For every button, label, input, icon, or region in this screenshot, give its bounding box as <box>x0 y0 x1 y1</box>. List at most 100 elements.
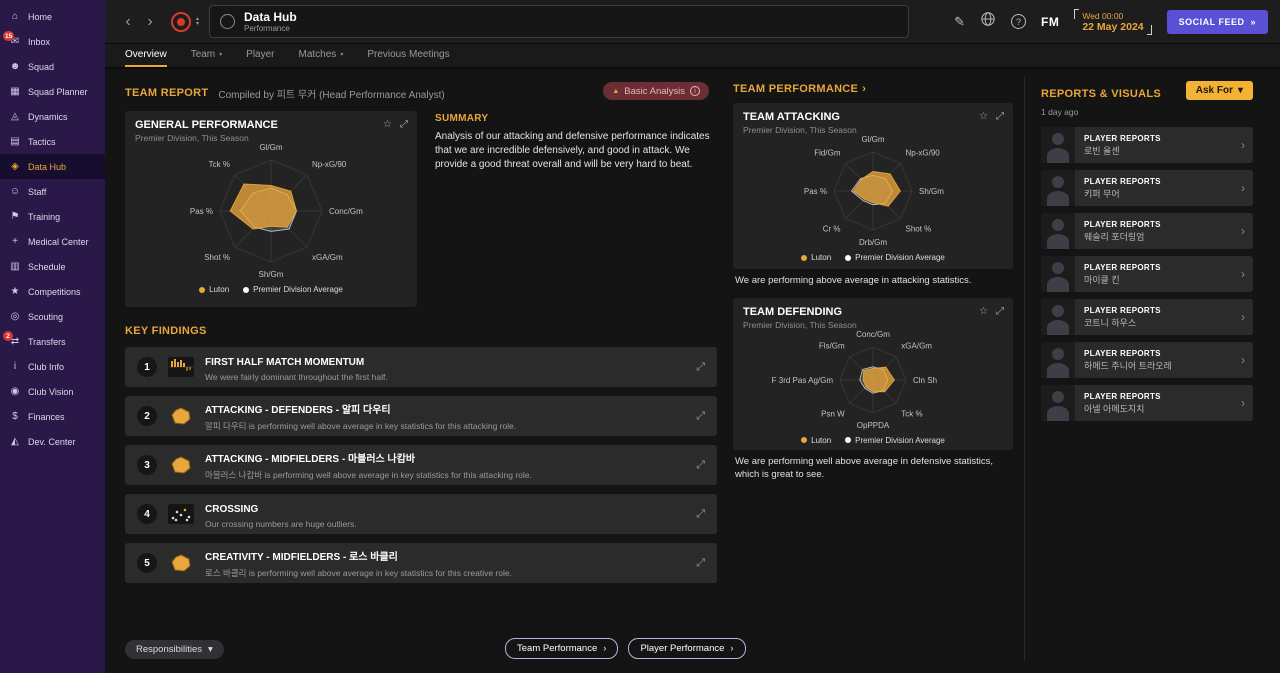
top-bar: ‹ › ▴ ▾ Data Hub Performance ✎ ? FM Wed … <box>105 0 1280 44</box>
key-finding-row[interactable]: 2 ATTACKING - DEFENDERS - 알피 다우티 알피 다우티 i… <box>125 396 717 436</box>
expand-icon[interactable]: ⤢ <box>696 410 705 423</box>
svg-text:xGA/Gm: xGA/Gm <box>312 253 343 262</box>
sidebar-item-inbox[interactable]: 15 ✉ Inbox <box>0 29 105 54</box>
player-report-item[interactable]: PLAYER REPORTS 웨슬리 포더링엄 › <box>1041 213 1253 249</box>
analysis-level-badge[interactable]: ▲ Basic Analysis i <box>603 82 709 100</box>
favorite-star-icon[interactable]: ☆ <box>979 306 988 317</box>
sidebar-item-finances[interactable]: $ Finances <box>0 404 105 429</box>
key-finding-row[interactable]: 4 CROSSING Our crossing numbers are huge … <box>125 494 717 534</box>
radar-legend: Luton Premier Division Average <box>135 285 407 294</box>
tab-player[interactable]: Player <box>246 44 274 67</box>
sidebar-item-label: Transfers <box>28 336 66 347</box>
svg-text:Fls/Gm: Fls/Gm <box>819 342 845 351</box>
team-performance-button[interactable]: Team Performance › <box>505 638 619 659</box>
continue-stepper[interactable]: ▴ ▾ <box>196 16 199 27</box>
footer-nav-buttons: Team Performance › Player Performance › <box>505 638 746 659</box>
dev-center-icon: ◭ <box>11 436 19 447</box>
back-button[interactable]: ‹ <box>117 13 139 31</box>
caret-down-icon: ▾ <box>340 52 344 58</box>
player-name: 마이클 킨 <box>1084 274 1120 285</box>
expand-icon[interactable]: ⤢ <box>996 111 1004 122</box>
finding-number: 5 <box>137 553 157 573</box>
key-finding-row[interactable]: 5 CREATIVITY - MIDFIELDERS - 로스 바클리 로스 바클… <box>125 543 717 583</box>
key-finding-row[interactable]: 3 ATTACKING - MIDFIELDERS - 마블러스 나캄바 마블러스… <box>125 445 717 485</box>
sidebar-item-home[interactable]: ⌂ Home <box>0 4 105 29</box>
globe-icon[interactable] <box>980 11 996 32</box>
svg-text:OpPPDA: OpPPDA <box>857 421 890 430</box>
team-performance-link[interactable]: TEAM PERFORMANCE › <box>733 83 1013 95</box>
sidebar-item-squad-planner[interactable]: ▦ Squad Planner <box>0 79 105 104</box>
expand-icon[interactable]: ⤢ <box>400 119 408 130</box>
player-report-item[interactable]: PLAYER REPORTS 마이클 킨 › <box>1041 256 1253 292</box>
social-feed-button[interactable]: SOCIAL FEED » <box>1166 9 1268 34</box>
radar-legend: Luton Premier Division Average <box>743 253 1003 262</box>
favorite-star-icon[interactable]: ☆ <box>383 119 392 130</box>
expand-icon[interactable]: ⤢ <box>696 557 705 570</box>
section-ring-icon <box>220 14 236 29</box>
player-avatar <box>1041 256 1075 292</box>
tab-team[interactable]: Team ▾ <box>191 44 222 67</box>
sidebar-item-dynamics[interactable]: ◬ Dynamics <box>0 104 105 129</box>
sidebar-item-dev-center[interactable]: ◭ Dev. Center <box>0 429 105 454</box>
player-report-item[interactable]: PLAYER REPORTS 키퍼 무어 › <box>1041 170 1253 206</box>
game-time: Wed 00:00 <box>1082 10 1124 21</box>
expand-icon[interactable]: ⤢ <box>696 459 705 472</box>
responsibilities-button[interactable]: Responsibilities ▾ <box>125 640 224 659</box>
sidebar-item-schedule[interactable]: ▥ Schedule <box>0 254 105 279</box>
sidebar-item-transfers[interactable]: 2 ⇄ Transfers <box>0 329 105 354</box>
main-content: TEAM REPORT Compiled by 피트 무커 (Head Perf… <box>105 69 1280 673</box>
sidebar-item-data-hub[interactable]: ◈ Data Hub <box>0 154 105 179</box>
sidebar-item-staff[interactable]: ☺ Staff <box>0 179 105 204</box>
svg-text:Tck %: Tck % <box>209 160 230 169</box>
player-report-item[interactable]: PLAYER REPORTS 아넬 아메도지치 › <box>1041 385 1253 421</box>
forward-button[interactable]: › <box>139 13 161 31</box>
finding-number: 3 <box>137 455 157 475</box>
tab-previous-meetings[interactable]: Previous Meetings <box>367 44 449 67</box>
sidebar-item-club-vision[interactable]: ◉ Club Vision <box>0 379 105 404</box>
report-type-label: PLAYER REPORTS <box>1084 133 1161 143</box>
page-title-box[interactable]: Data Hub Performance <box>209 5 910 38</box>
edit-icon[interactable]: ✎ <box>954 14 965 30</box>
player-report-item[interactable]: PLAYER REPORTS 로빈 올센 › <box>1041 127 1253 163</box>
player-performance-button[interactable]: Player Performance › <box>628 638 746 659</box>
team-legend-label: Luton <box>811 253 832 262</box>
svg-text:Conc/Gm: Conc/Gm <box>329 207 363 216</box>
sidebar-item-squad[interactable]: ☻ Squad <box>0 54 105 79</box>
svg-text:xGA/Gm: xGA/Gm <box>901 342 932 351</box>
svg-text:Gl/Gm: Gl/Gm <box>259 143 282 152</box>
sidebar-item-club-info[interactable]: i Club Info <box>0 354 105 379</box>
sidebar-item-medical-center[interactable]: + Medical Center <box>0 229 105 254</box>
player-name: 코트니 하우스 <box>1084 317 1137 328</box>
panel-subtitle: Premier Division, This Season <box>743 125 857 135</box>
sidebar-item-training[interactable]: ⚑ Training <box>0 204 105 229</box>
team-legend-label: Luton <box>811 435 832 445</box>
svg-text:Psn W: Psn W <box>821 409 845 418</box>
sidebar-item-label: Club Vision <box>28 386 74 397</box>
ask-for-label: Ask For <box>1195 85 1233 96</box>
continue-button[interactable] <box>171 11 191 32</box>
finding-desc: 알피 다우티 is performing well above average … <box>205 421 517 431</box>
player-report-item[interactable]: PLAYER REPORTS 코트니 하우스 › <box>1041 299 1253 335</box>
record-dot-icon <box>177 17 185 26</box>
svg-text:Pas %: Pas % <box>190 207 213 216</box>
svg-text:Cr %: Cr % <box>823 225 841 234</box>
player-report-item[interactable]: PLAYER REPORTS 하메드 주니어 트라오레 › <box>1041 342 1253 378</box>
svg-text:F 3rd Pas Ag/Gm: F 3rd Pas Ag/Gm <box>772 376 834 385</box>
ask-for-button[interactable]: Ask For ▾ <box>1185 81 1253 100</box>
panel-title: TEAM ATTACKING <box>743 111 840 123</box>
help-icon[interactable]: ? <box>1011 14 1026 29</box>
svg-text:Tck %: Tck % <box>901 409 922 418</box>
dynamics-icon: ◬ <box>11 111 19 122</box>
favorite-star-icon[interactable]: ☆ <box>979 111 988 122</box>
tab-matches[interactable]: Matches ▾ <box>299 44 344 67</box>
sidebar-item-scouting[interactable]: ◎ Scouting <box>0 304 105 329</box>
chevron-right-icon: › <box>1241 181 1245 195</box>
club-info-icon: i <box>13 361 17 372</box>
expand-icon[interactable]: ⤢ <box>696 361 705 374</box>
expand-icon[interactable]: ⤢ <box>696 508 705 521</box>
key-finding-row[interactable]: 1 FIRST HALF MATCH MOMENTUM We were fairl… <box>125 347 717 387</box>
tab-overview[interactable]: Overview <box>125 44 167 67</box>
sidebar-item-tactics[interactable]: ▤ Tactics <box>0 129 105 154</box>
expand-icon[interactable]: ⤢ <box>996 306 1004 317</box>
sidebar-item-competitions[interactable]: ★ Competitions <box>0 279 105 304</box>
